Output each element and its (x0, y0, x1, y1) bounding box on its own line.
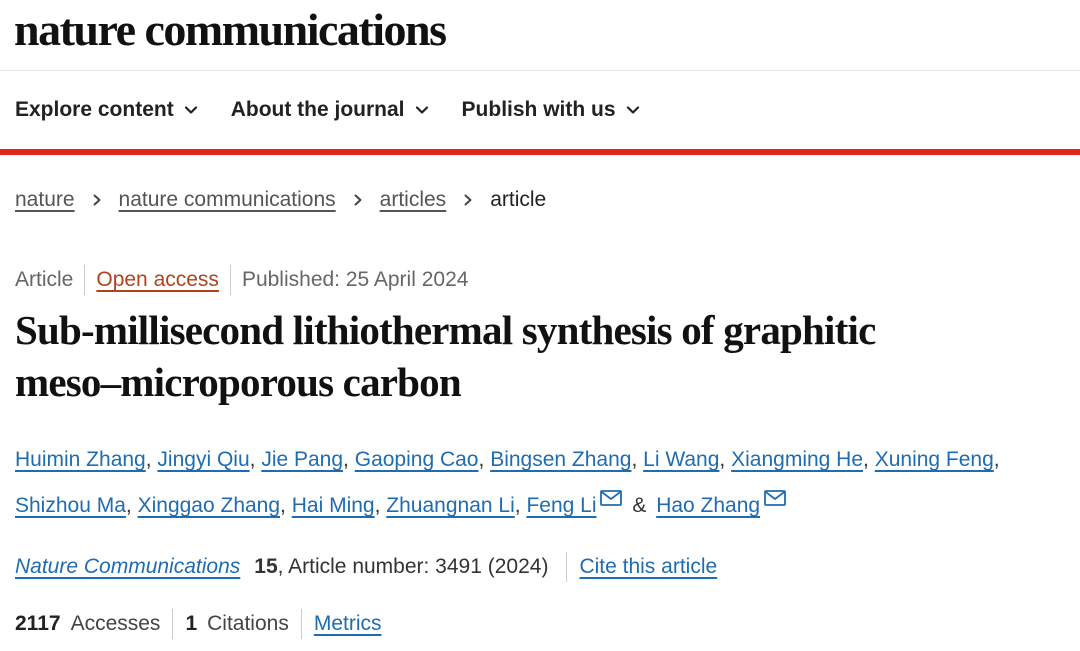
author-link[interactable]: Bingsen Zhang (490, 448, 631, 471)
author-separator: , (374, 494, 381, 517)
nav-item-label: Publish with us (461, 98, 616, 121)
volume-number: 15 (254, 555, 278, 578)
article-type: Article (15, 268, 74, 291)
published-date: Published: 25 April 2024 (241, 268, 469, 291)
cite-this-article-link[interactable]: Cite this article (579, 555, 717, 579)
metrics-line: 2117 Accesses 1 Citations Metrics (15, 607, 382, 641)
breadcrumb-link-nature[interactable]: nature (15, 188, 75, 212)
author-separator: , (145, 448, 152, 471)
author-link[interactable]: Xinggao Zhang (138, 494, 280, 517)
divider (300, 609, 302, 639)
author-link[interactable]: Jingyi Qiu (157, 448, 249, 471)
chevron-down-icon (626, 106, 639, 114)
divider (566, 552, 568, 582)
page: nature communications Explore content Ab… (0, 0, 1080, 651)
brand-bar: nature communications (0, 0, 1080, 71)
metrics-link[interactable]: Metrics (314, 612, 382, 636)
author-conjunction: & (632, 494, 647, 517)
author-separator: , (343, 448, 349, 471)
accesses-label: Accesses (70, 612, 161, 635)
journal-link[interactable]: Nature Communications (15, 555, 240, 579)
breadcrumb-current: article (490, 188, 547, 211)
author-link[interactable]: Xiangming He (731, 448, 863, 471)
citation-line: Nature Communications 15 , Article numbe… (15, 550, 717, 584)
mail-icon[interactable] (764, 490, 786, 506)
main-nav: Explore content About the journal Publis… (0, 71, 1080, 149)
author-separator: , (719, 448, 726, 471)
chevron-right-icon (354, 194, 362, 206)
author-separator: , (514, 494, 521, 517)
breadcrumb-link-nature-communications[interactable]: nature communications (119, 188, 336, 212)
divider (172, 609, 174, 639)
author-separator: , (249, 448, 256, 471)
nav-item-label: About the journal (230, 98, 405, 121)
open-access-link[interactable]: Open access (96, 268, 219, 292)
author-separator: , (125, 494, 132, 517)
accesses-count: 2117 (15, 612, 61, 635)
nav-accent-rule (0, 149, 1080, 155)
author-separator: , (993, 448, 1000, 471)
nav-publish-with-us[interactable]: Publish with us (462, 98, 640, 122)
author-link[interactable]: Shizhou Ma (15, 494, 126, 517)
author-link[interactable]: Gaoping Cao (355, 448, 479, 471)
author-link[interactable]: Jie Pang (261, 448, 343, 471)
nav-about-journal[interactable]: About the journal (231, 98, 429, 122)
article-meta: Article Open access Published: 25 April … (15, 264, 468, 296)
article-title-line-1: Sub-millisecond lithiothermal synthesis … (15, 307, 876, 353)
divider (84, 265, 86, 295)
chevron-down-icon (184, 106, 197, 114)
journal-logo[interactable]: nature communications (14, 2, 447, 58)
author-separator: , (631, 448, 638, 471)
author-link[interactable]: Zhuangnan Li (386, 494, 514, 517)
nav-explore-content[interactable]: Explore content (15, 98, 198, 122)
author-link[interactable]: Li Wang (643, 448, 719, 471)
author-link[interactable]: Xuning Feng (875, 448, 994, 471)
author-separator: , (280, 494, 286, 517)
divider (229, 265, 231, 295)
breadcrumb-link-articles[interactable]: articles (380, 188, 447, 212)
article-title: Sub-millisecond lithiothermal synthesis … (15, 304, 1065, 408)
breadcrumb: nature nature communications articles ar… (15, 184, 546, 216)
chevron-right-icon (93, 194, 101, 206)
citations-count: 1 (185, 612, 198, 635)
author-separator: , (478, 448, 485, 471)
author-list: Huimin Zhang, Jingyi Qiu, Jie Pang, Gaop… (15, 437, 1070, 529)
author-link[interactable]: Feng Li (526, 494, 596, 517)
author-separator: , (863, 448, 869, 471)
author-link[interactable]: Hao Zhang (656, 494, 760, 517)
article-title-line-2: meso–microporous carbon (15, 359, 462, 405)
chevron-right-icon (464, 194, 472, 206)
author-link[interactable]: Hai Ming (292, 494, 375, 517)
citations-label: Citations (207, 612, 289, 635)
chevron-down-icon (415, 106, 428, 114)
mail-icon[interactable] (600, 490, 623, 506)
nav-item-label: Explore content (15, 98, 174, 121)
author-link[interactable]: Huimin Zhang (15, 448, 146, 471)
article-number: , Article number: 3491 (2024) (277, 555, 549, 578)
